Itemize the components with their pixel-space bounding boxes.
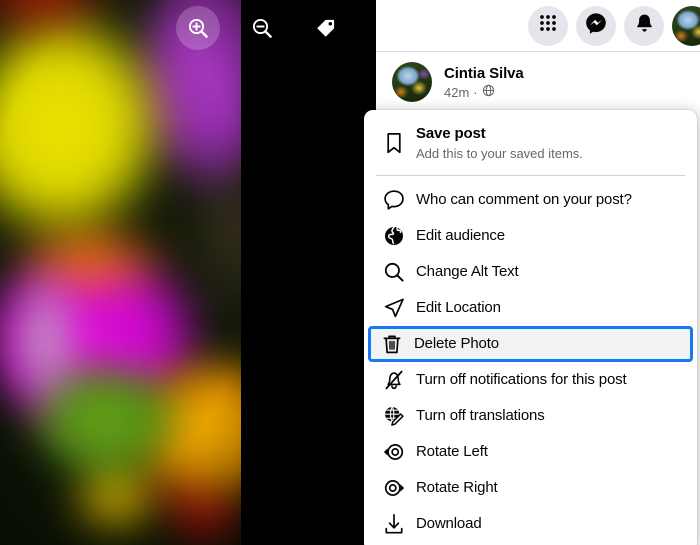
menu-item-rotate-right[interactable]: Rotate Right bbox=[370, 470, 691, 506]
download-icon bbox=[382, 512, 416, 536]
post-timestamp[interactable]: 42m bbox=[444, 84, 469, 101]
photo-viewer-screen: Cintia Silva 42m · Save post Add this to … bbox=[0, 0, 700, 545]
bookmark-icon bbox=[382, 131, 416, 155]
menu-item-edit-audience[interactable]: Edit audience bbox=[370, 218, 691, 254]
menu-item-download[interactable]: Download bbox=[370, 506, 691, 542]
search-icon bbox=[382, 260, 416, 284]
messenger-button[interactable] bbox=[576, 5, 616, 46]
notifications-bell-icon bbox=[634, 13, 655, 39]
tag-icon bbox=[314, 16, 338, 40]
menu-item-label: Rotate Right bbox=[416, 479, 498, 496]
menu-item-text: Turn off notifications for this post bbox=[416, 370, 627, 390]
menu-item-text: Who can comment on your post? bbox=[416, 190, 632, 210]
menu-item-label: Rotate Left bbox=[416, 443, 488, 460]
menu-item-turn-off-notifications[interactable]: Turn off notifications for this post bbox=[370, 362, 691, 398]
avatar bbox=[392, 62, 432, 102]
facebook-top-bar bbox=[376, 0, 700, 52]
menu-item-text: Edit Location bbox=[416, 298, 501, 318]
menu-item-text: Change Alt Text bbox=[416, 262, 519, 282]
menu-item-text: Rotate Left bbox=[416, 442, 488, 462]
zoom-out-button[interactable] bbox=[240, 6, 284, 50]
menu-item-edit-location[interactable]: Edit Location bbox=[370, 290, 691, 326]
menu-item-save-post[interactable]: Save post Add this to your saved items. bbox=[370, 118, 691, 168]
menu-item-label: Edit Location bbox=[416, 299, 501, 316]
post-header: Cintia Silva 42m · bbox=[376, 52, 700, 112]
viewer-toolbar bbox=[176, 4, 376, 52]
menu-item-text: Rotate Right bbox=[416, 478, 498, 498]
globe-pencil-icon bbox=[382, 404, 416, 428]
menu-item-who-can-comment[interactable]: Who can comment on your post? bbox=[370, 182, 691, 218]
post-author-avatar[interactable] bbox=[392, 62, 432, 102]
menu-item-text: Turn off translations bbox=[416, 406, 545, 426]
avatar bbox=[672, 5, 700, 46]
expand-fullscreen-button[interactable] bbox=[368, 6, 376, 50]
post-options-menu: Save post Add this to your saved items. Wh… bbox=[364, 110, 697, 545]
photo-vignette bbox=[0, 0, 241, 545]
post-subtitle: 42m · bbox=[444, 84, 524, 101]
top-bar-icon-group bbox=[528, 5, 700, 46]
menu-item-text: Delete Photo bbox=[414, 334, 499, 354]
comment-bubble-icon bbox=[382, 188, 416, 212]
menu-item-change-alt-text[interactable]: Change Alt Text bbox=[370, 254, 691, 290]
menu-item-text: Save post Add this to your saved items. bbox=[416, 124, 583, 162]
menu-item-delete-photo[interactable]: Delete Photo bbox=[368, 326, 693, 362]
post-author-name[interactable]: Cintia Silva bbox=[444, 64, 524, 83]
rotate-left-icon bbox=[382, 440, 416, 464]
trash-icon bbox=[380, 332, 414, 356]
zoom-out-icon bbox=[250, 16, 274, 40]
tag-photo-button[interactable] bbox=[304, 6, 348, 50]
menu-item-label: Turn off translations bbox=[416, 407, 545, 424]
rotate-right-icon bbox=[382, 476, 416, 500]
globe-icon[interactable] bbox=[482, 84, 495, 101]
menu-item-label: Change Alt Text bbox=[416, 263, 519, 280]
zoom-in-icon bbox=[186, 16, 210, 40]
menu-item-label: Delete Photo bbox=[414, 335, 499, 352]
post-meta: Cintia Silva 42m · bbox=[444, 64, 524, 101]
photo-image[interactable] bbox=[0, 0, 241, 545]
menu-item-label: Download bbox=[416, 515, 482, 532]
menu-grid-button[interactable] bbox=[528, 5, 568, 46]
messenger-icon bbox=[585, 12, 607, 39]
menu-item-rotate-left[interactable]: Rotate Left bbox=[370, 434, 691, 470]
bell-slash-icon bbox=[382, 368, 416, 392]
menu-item-label: Save post bbox=[416, 125, 486, 142]
menu-grid-icon bbox=[538, 13, 558, 38]
menu-item-text: Download bbox=[416, 514, 482, 534]
profile-avatar-button[interactable] bbox=[672, 5, 700, 46]
menu-divider bbox=[376, 175, 685, 176]
menu-item-label: Who can comment on your post? bbox=[416, 191, 632, 208]
globe-icon bbox=[382, 224, 416, 248]
menu-item-label: Edit audience bbox=[416, 227, 505, 244]
zoom-in-button[interactable] bbox=[176, 6, 220, 50]
photo-stage bbox=[0, 0, 376, 545]
menu-item-label: Turn off notifications for this post bbox=[416, 371, 627, 388]
menu-item-description: Add this to your saved items. bbox=[416, 146, 583, 161]
location-arrow-icon bbox=[382, 296, 416, 320]
notifications-button[interactable] bbox=[624, 5, 664, 46]
menu-item-text: Edit audience bbox=[416, 226, 505, 246]
separator-dot: · bbox=[473, 84, 478, 100]
menu-item-turn-off-translations[interactable]: Turn off translations bbox=[370, 398, 691, 434]
